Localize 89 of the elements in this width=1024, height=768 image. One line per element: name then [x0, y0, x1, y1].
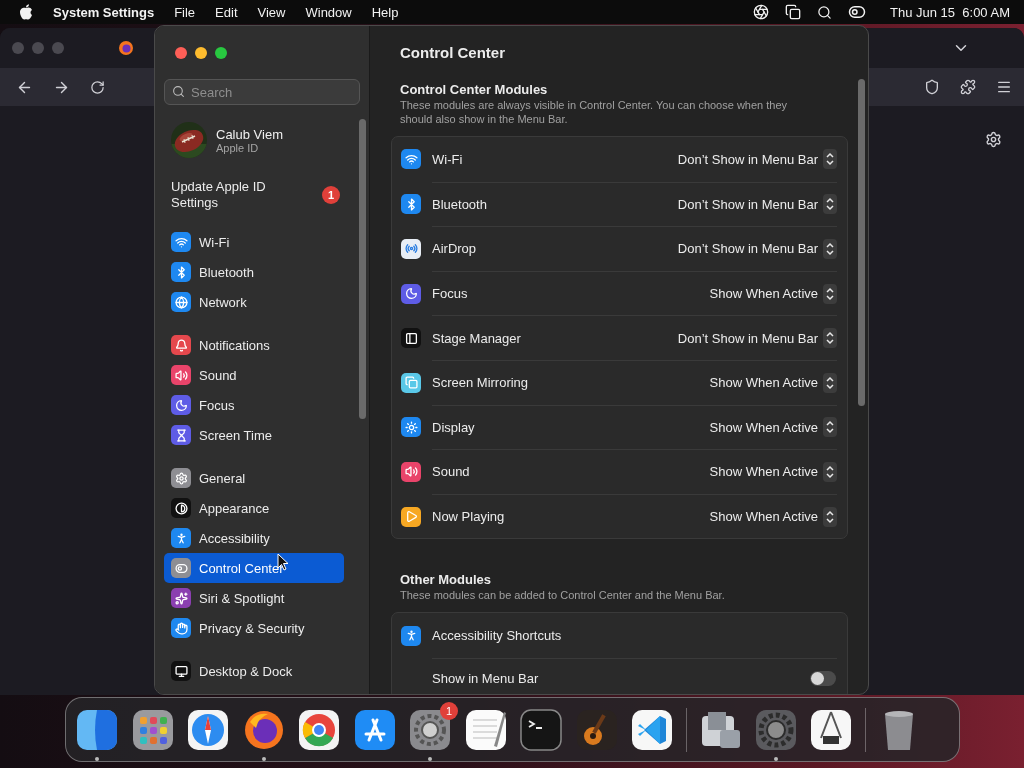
stepper-icon	[823, 461, 837, 482]
toggle-switch[interactable]	[810, 671, 836, 687]
scrollbar[interactable]	[359, 119, 366, 419]
row-label: Stage Manager	[432, 330, 522, 346]
row-label: Now Playing	[432, 509, 506, 525]
stepper-icon	[823, 506, 837, 527]
zoom-button[interactable]	[215, 46, 227, 59]
row-label: Wi-Fi	[432, 151, 464, 167]
notepad-icon[interactable]	[463, 707, 508, 752]
reload-icon[interactable]	[90, 79, 105, 95]
sidebar-item[interactable]: General	[164, 463, 344, 493]
sidebar-item[interactable]: Desktop & Dock	[164, 656, 344, 686]
row-label: Show in Menu Bar	[432, 671, 540, 687]
flame-globe-icon[interactable]	[118, 40, 134, 56]
popup-button[interactable]: Show When Active	[709, 372, 837, 393]
caliper-icon[interactable]	[809, 707, 853, 752]
popup-button[interactable]: Show When Active	[709, 506, 837, 527]
menu-item[interactable]: View	[257, 4, 286, 20]
section-heading: Control Center Modules	[400, 81, 549, 98]
window-title: Control Center	[399, 42, 506, 63]
search-field[interactable]: Search	[164, 79, 360, 105]
section-description: These modules can be added to Control Center and the Menu Bar.	[400, 588, 726, 603]
popup-button[interactable]: Show When Active	[709, 461, 837, 482]
clock[interactable]: Thu Jun 15 6:00 AM	[890, 4, 1010, 20]
sidebar-item[interactable]: Privacy & Security	[164, 613, 344, 643]
sidebar-item[interactable]: Notifications	[164, 330, 344, 360]
row-label: Focus	[432, 286, 469, 302]
gear-icon[interactable]	[753, 707, 798, 752]
section-heading: Other Modules	[400, 571, 492, 589]
sidebar-item[interactable]: Focus	[164, 390, 344, 420]
stepper-icon	[823, 194, 837, 215]
sidebar-item[interactable]: Accessibility	[164, 523, 344, 553]
app-menu[interactable]: System Settings	[53, 4, 155, 20]
gear-icon[interactable]	[408, 707, 452, 752]
stepper-icon	[823, 283, 837, 304]
sidebar-item[interactable]: Network	[164, 287, 344, 317]
stepper-icon	[823, 372, 837, 393]
popup-button[interactable]: Don’t Show in Menu Bar	[677, 239, 837, 259]
menu-item[interactable]: Edit	[215, 4, 238, 20]
notification-badge: 1	[440, 701, 458, 720]
notification-badge: 1	[322, 186, 340, 204]
stepper-icon	[823, 417, 837, 438]
scrollbar[interactable]	[858, 79, 865, 406]
popup-button[interactable]: Don’t Show in Menu Bar	[677, 328, 837, 349]
split-tile-icon[interactable]	[75, 707, 119, 752]
section-description: These modules are always visible in Control Center. You can choose when they should also show in the Menu Bar.	[400, 98, 789, 126]
stepper-icon	[823, 149, 837, 170]
account-name[interactable]: Calub Viem	[216, 126, 283, 142]
app-grid-icon[interactable]	[130, 707, 175, 752]
guitar-icon[interactable]	[574, 707, 619, 752]
menu-icon[interactable]	[996, 79, 1012, 95]
row-label: Sound	[432, 464, 471, 480]
account-subtitle: Apple ID	[216, 141, 260, 154]
row-label: Display	[432, 419, 476, 435]
update-notice[interactable]: Update Apple ID Settings	[171, 179, 291, 211]
puzzle-icon[interactable]	[960, 79, 976, 95]
row-label: Bluetooth	[432, 196, 488, 212]
stepper-icon	[823, 328, 837, 349]
windows-icon[interactable]	[785, 4, 802, 20]
close-button[interactable]	[175, 46, 187, 59]
menu-item[interactable]: Help	[371, 4, 399, 20]
toggles-icon[interactable]	[848, 3, 867, 21]
settings-icon[interactable]	[985, 131, 1002, 148]
sidebar-item[interactable]: Screen Time	[164, 420, 344, 450]
popup-button[interactable]: Show When Active	[709, 283, 837, 304]
sidebar-item[interactable]: Control Center	[164, 553, 344, 583]
popup-button[interactable]: Don’t Show in Menu Bar	[677, 194, 837, 215]
code-editor-icon[interactable]	[630, 707, 674, 752]
sidebar-item[interactable]: Bluetooth	[164, 257, 344, 287]
aperture-icon[interactable]	[753, 4, 770, 20]
sidebar-item[interactable]: Wi-Fi	[164, 227, 344, 257]
menu-item[interactable]: File	[174, 4, 196, 20]
search-icon[interactable]	[817, 4, 833, 20]
sidebar-item[interactable]: Siri & Spotlight	[164, 583, 344, 613]
minimize-button[interactable]	[195, 46, 207, 59]
stepper-icon	[823, 239, 837, 259]
apple-icon[interactable]	[19, 4, 33, 20]
popup-button[interactable]: Don’t Show in Menu Bar	[677, 149, 837, 170]
popup-button[interactable]: Show When Active	[709, 417, 837, 438]
shield-icon[interactable]	[924, 79, 940, 95]
sidebar-item[interactable]: Sound	[164, 360, 344, 390]
row-label: Screen Mirroring	[432, 375, 530, 391]
compass-icon[interactable]	[186, 707, 230, 752]
row-label: Accessibility Shortcuts	[432, 628, 563, 644]
menu-item[interactable]: Window	[305, 4, 352, 20]
row-label: AirDrop	[432, 241, 478, 257]
sidebar-item[interactable]: Appearance	[164, 493, 344, 523]
terminal-icon[interactable]	[519, 707, 563, 752]
search-icon	[172, 85, 185, 98]
